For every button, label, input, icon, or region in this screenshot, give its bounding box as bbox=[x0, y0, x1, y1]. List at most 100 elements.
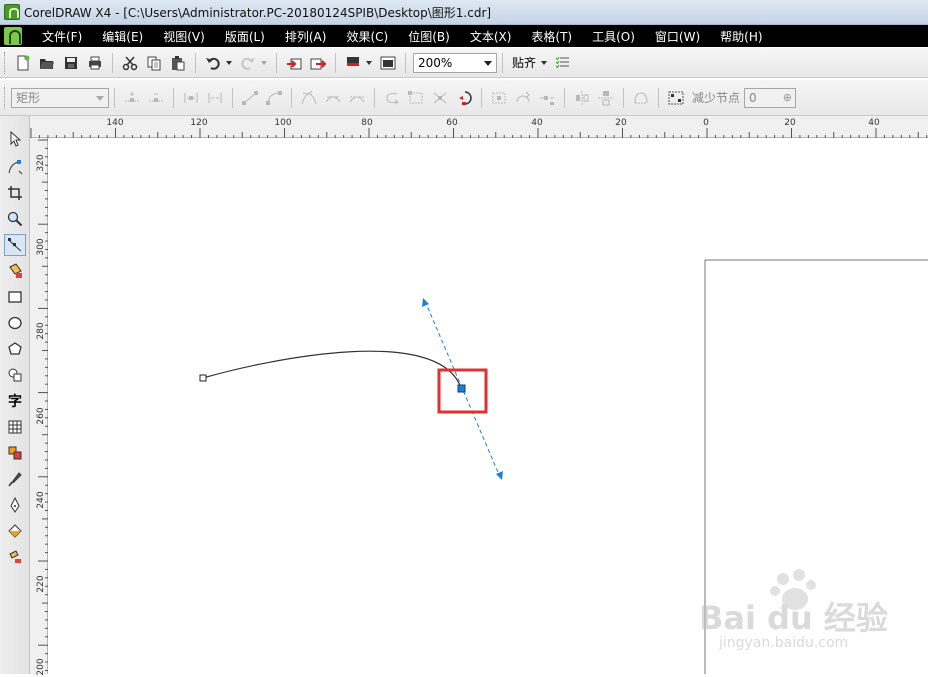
ellipse-tool[interactable] bbox=[4, 312, 26, 334]
reduce-nodes-input[interactable]: 0 ⊕ bbox=[744, 87, 797, 108]
undo-dropdown-arrow[interactable] bbox=[226, 60, 232, 65]
horizontal-ruler[interactable]: 140 120 100 80 60 40 20 0 20 40 bbox=[30, 116, 928, 138]
v-ruler-label: 320 bbox=[36, 154, 46, 172]
menu-tools[interactable]: 工具(O) bbox=[592, 28, 635, 45]
redo-dropdown-arrow[interactable] bbox=[261, 60, 267, 65]
undo-button[interactable] bbox=[202, 52, 224, 74]
cusp-node-icon bbox=[301, 90, 317, 104]
welcome-screen-button[interactable] bbox=[377, 52, 399, 74]
pick-tool[interactable] bbox=[4, 128, 26, 150]
cusp-node-button[interactable] bbox=[298, 87, 320, 109]
extend-curve-button[interactable] bbox=[405, 87, 427, 109]
snap-dropdown-arrow[interactable] bbox=[541, 60, 548, 65]
curve-end-node-selected[interactable] bbox=[457, 384, 466, 393]
save-button[interactable] bbox=[60, 52, 82, 74]
menu-view[interactable]: 视图(V) bbox=[163, 28, 205, 45]
reduce-nodes-stepper-icon[interactable]: ⊕ bbox=[783, 91, 792, 104]
new-document-button[interactable] bbox=[12, 52, 34, 74]
import-button[interactable] bbox=[283, 52, 305, 74]
application-launcher-button[interactable] bbox=[342, 52, 364, 74]
vertical-reflect-button[interactable] bbox=[595, 87, 617, 109]
interactive-fill-icon bbox=[9, 550, 21, 563]
shape-tool[interactable] bbox=[4, 156, 26, 178]
menu-table[interactable]: 表格(T) bbox=[531, 28, 572, 45]
control-handle-bottom-arrow[interactable] bbox=[496, 471, 503, 480]
menu-bitmaps[interactable]: 位图(B) bbox=[408, 28, 450, 45]
convert-to-line-button[interactable] bbox=[239, 87, 261, 109]
toolbar-separator bbox=[623, 87, 624, 108]
menu-file[interactable]: 文件(F) bbox=[42, 28, 82, 45]
stretch-nodes-button[interactable] bbox=[429, 87, 451, 109]
interactive-fill-tool[interactable] bbox=[4, 546, 26, 568]
smooth-node-button[interactable] bbox=[322, 87, 344, 109]
break-curve-icon bbox=[208, 92, 222, 103]
convert-to-curve-button[interactable] bbox=[263, 87, 285, 109]
menu-layout[interactable]: 版面(L) bbox=[225, 28, 265, 45]
rectangle-icon bbox=[8, 291, 22, 303]
outline-tool[interactable] bbox=[4, 494, 26, 516]
elastic-mode-button[interactable] bbox=[536, 87, 558, 109]
save-disk-icon bbox=[65, 56, 77, 69]
freehand-tool[interactable] bbox=[4, 234, 26, 256]
menu-effects[interactable]: 效果(C) bbox=[346, 28, 388, 45]
options-button[interactable] bbox=[552, 52, 574, 74]
welcome-screen-icon bbox=[380, 56, 396, 69]
bezier-curve[interactable] bbox=[202, 350, 462, 389]
symmetrical-node-button[interactable] bbox=[346, 87, 368, 109]
horizontal-reflect-button[interactable] bbox=[571, 87, 593, 109]
align-nodes-button[interactable] bbox=[488, 87, 510, 109]
auto-close-curve-button[interactable] bbox=[630, 87, 652, 109]
shape-type-combo[interactable]: 矩形 bbox=[11, 87, 109, 108]
smooth-node-icon bbox=[325, 96, 341, 102]
menu-edit[interactable]: 编辑(E) bbox=[102, 28, 143, 45]
add-node-button[interactable] bbox=[121, 87, 143, 109]
control-handle-top-arrow[interactable] bbox=[422, 298, 429, 307]
rectangle-tool[interactable] bbox=[4, 286, 26, 308]
export-button[interactable] bbox=[307, 52, 329, 74]
delete-node-button[interactable] bbox=[145, 87, 167, 109]
interactive-blend-tool[interactable] bbox=[4, 442, 26, 464]
reflect-nodes-button[interactable] bbox=[512, 87, 534, 109]
open-button[interactable] bbox=[36, 52, 58, 74]
menu-window[interactable]: 窗口(W) bbox=[655, 28, 700, 45]
property-bar-grip[interactable] bbox=[4, 86, 7, 109]
shape-type-dropdown-arrow[interactable] bbox=[96, 95, 104, 101]
toolbar-grip[interactable] bbox=[4, 51, 7, 74]
text-tool[interactable]: 字 bbox=[4, 390, 26, 412]
curve-start-node[interactable] bbox=[199, 374, 207, 382]
document-icon[interactable] bbox=[4, 27, 22, 45]
magnifier-icon bbox=[7, 211, 23, 227]
reverse-direction-button[interactable] bbox=[381, 87, 403, 109]
print-button[interactable] bbox=[84, 52, 106, 74]
break-curve-button[interactable] bbox=[204, 87, 226, 109]
zoom-dropdown-arrow[interactable] bbox=[484, 60, 492, 66]
polygon-tool[interactable] bbox=[4, 338, 26, 360]
paint-bucket-icon bbox=[8, 524, 22, 538]
menu-text[interactable]: 文本(X) bbox=[470, 28, 512, 45]
shape-type-value: 矩形 bbox=[16, 91, 41, 105]
crop-tool[interactable] bbox=[4, 182, 26, 204]
zoom-level-combo[interactable]: 200% bbox=[413, 52, 497, 73]
copy-icon bbox=[147, 56, 161, 70]
copy-button[interactable] bbox=[143, 52, 165, 74]
menu-help[interactable]: 帮助(H) bbox=[720, 28, 762, 45]
drawing-canvas[interactable]: Bai du 经验 jingyan.baidu.com bbox=[49, 139, 928, 674]
paste-button[interactable] bbox=[167, 52, 189, 74]
smart-fill-tool[interactable] bbox=[4, 260, 26, 282]
select-all-nodes-button[interactable] bbox=[665, 87, 687, 109]
join-nodes-button[interactable] bbox=[180, 87, 202, 109]
eyedropper-tool[interactable] bbox=[4, 468, 26, 490]
launcher-dropdown-arrow[interactable] bbox=[366, 60, 372, 65]
fill-tool[interactable] bbox=[4, 520, 26, 542]
toolbar-separator bbox=[335, 52, 336, 73]
vertical-ruler[interactable]: 320 300 280 260 240 220 200 bbox=[30, 138, 48, 676]
rotate-skew-nodes-button[interactable] bbox=[453, 87, 475, 109]
snap-to-label[interactable]: 贴齐 bbox=[512, 54, 536, 71]
cut-button[interactable] bbox=[119, 52, 141, 74]
basic-shapes-tool[interactable] bbox=[4, 364, 26, 386]
table-tool[interactable] bbox=[4, 416, 26, 438]
menu-arrange[interactable]: 排列(A) bbox=[285, 28, 327, 45]
zoom-tool[interactable] bbox=[4, 208, 26, 230]
property-bar: 矩形 减少节点 0 ⊕ bbox=[0, 80, 928, 116]
redo-button[interactable] bbox=[237, 52, 259, 74]
